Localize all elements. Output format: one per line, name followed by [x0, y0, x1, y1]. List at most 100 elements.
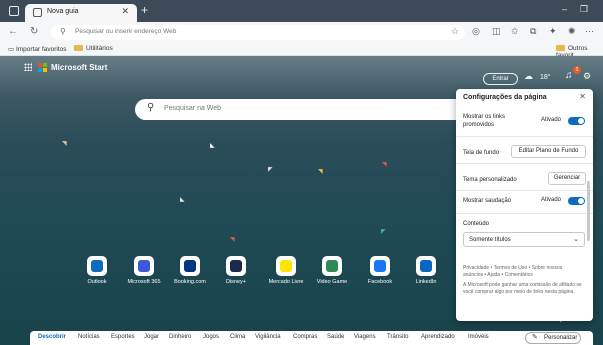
kite-decoration: ◥: [382, 162, 387, 168]
mercadolivre-icon: [280, 260, 292, 272]
personalize-button[interactable]: ✎ Personalizar: [525, 332, 581, 344]
web-search-box[interactable]: ⚲ Pesquisar na Web: [135, 99, 467, 120]
weather-icon[interactable]: ☁: [524, 71, 533, 82]
nav-tab-saude[interactable]: Saúde: [327, 334, 344, 340]
extensions-icon[interactable]: ✦: [549, 26, 557, 37]
content-select[interactable]: Somente títulos ⌄: [463, 232, 585, 247]
nav-tab-imoveis[interactable]: Imóveis: [468, 334, 489, 340]
nav-tab-jogar[interactable]: Jogar: [144, 334, 159, 340]
address-bar[interactable]: ⚲ Pesquisar ou inserir endereço Web ☆: [51, 25, 465, 40]
search-icon: ⚲: [60, 27, 66, 36]
split-screen-icon[interactable]: ◫: [492, 26, 501, 37]
nav-tab-noticias[interactable]: Notícias: [78, 334, 100, 340]
quick-link-mercadolivre[interactable]: [276, 256, 296, 276]
favorite-star-icon[interactable]: ☆: [451, 26, 459, 37]
edit-background-button[interactable]: Editar Plano de Fundo: [511, 145, 586, 158]
nav-tab-viagens[interactable]: Viagens: [354, 334, 376, 340]
back-icon[interactable]: ←: [8, 26, 18, 37]
nav-tab-vigilancia[interactable]: Vigilância: [255, 334, 281, 340]
copilot-icon[interactable]: ✺: [568, 26, 576, 37]
title-bar: Nova guia ✕ + – ❐: [0, 0, 603, 22]
nav-tab-transito[interactable]: Trânsito: [387, 334, 408, 340]
favorites-bar: ▭ Importar favoritos Utilitários Outros …: [0, 43, 603, 59]
apps-icon[interactable]: [24, 63, 32, 71]
toggle-knob: [578, 118, 584, 124]
kite-decoration: ◣: [210, 143, 215, 149]
promoted-links-label: Mostrar os links promovidos: [463, 114, 506, 128]
manage-theme-button[interactable]: Gerenciar: [548, 172, 586, 185]
booking-icon: [184, 260, 196, 272]
theme-label: Tema personalizado: [463, 177, 517, 183]
quick-link-facebook[interactable]: [370, 256, 390, 276]
temperature[interactable]: 18°: [540, 74, 551, 81]
favorites-item-utilities[interactable]: Utilitários: [74, 45, 113, 52]
signin-button[interactable]: Entrar: [483, 73, 518, 85]
facebook-icon: [374, 260, 386, 272]
pencil-icon: ✎: [532, 334, 538, 341]
nav-tab-jogos[interactable]: Jogos: [203, 334, 219, 340]
address-toolbar: ← ↻ ⚲ Pesquisar ou inserir endereço Web …: [0, 22, 603, 43]
read-aloud-icon[interactable]: ◎: [472, 26, 480, 37]
search-placeholder: Pesquisar na Web: [164, 105, 222, 112]
search-icon: ⚲: [147, 102, 155, 113]
tab-close-icon[interactable]: ✕: [121, 6, 129, 17]
chevron-down-icon: ⌄: [573, 236, 579, 243]
brand-name[interactable]: Microsoft Start: [51, 63, 107, 72]
greeting-state: Ativado: [541, 197, 562, 203]
quick-link-label: LinkedIn: [415, 279, 437, 285]
quick-link-videogame[interactable]: [322, 256, 342, 276]
content-label: Conteúdo: [463, 221, 490, 227]
panel-scrollbar[interactable]: [587, 181, 590, 241]
tab-new-tab[interactable]: Nova guia ✕: [25, 4, 137, 22]
footer-links[interactable]: Privacidade • Termos de Uso • Sobre noss…: [463, 265, 583, 279]
favorites-item-import[interactable]: ▭ Importar favoritos: [8, 45, 67, 53]
minimize-icon[interactable]: –: [562, 4, 567, 14]
folder-icon: [556, 45, 565, 51]
gear-icon[interactable]: ⚙: [583, 71, 591, 82]
personalize-label: Personalizar: [544, 335, 578, 341]
kite-decoration: ◤: [268, 167, 273, 173]
window-menu-icon[interactable]: [9, 6, 19, 16]
collections-icon[interactable]: ⧉: [530, 26, 536, 37]
content-select-value: Somente títulos: [469, 237, 511, 243]
quick-link-booking[interactable]: [180, 256, 200, 276]
background-label: Tela de fundo: [463, 150, 500, 156]
quick-link-linkedin[interactable]: [416, 256, 436, 276]
nav-tab-aprendizado[interactable]: Aprendizado: [421, 334, 455, 340]
nav-tab-clima[interactable]: Clima: [230, 334, 245, 340]
nav-tab-descobrir[interactable]: Descobrir: [38, 334, 66, 340]
bell-icon[interactable]: ♫: [565, 70, 573, 81]
promoted-links-toggle[interactable]: [568, 117, 585, 125]
new-tab-icon[interactable]: +: [141, 3, 148, 17]
microsoft-logo-icon: [38, 63, 47, 72]
toggle-knob: [578, 198, 584, 204]
kite-decoration: ◤: [381, 229, 386, 235]
favorites-icon[interactable]: ✩: [511, 26, 519, 37]
kite-decoration: ◣: [180, 197, 185, 203]
videogame-icon: [326, 260, 338, 272]
kite-decoration: ◥: [230, 237, 235, 243]
nav-tab-esportes[interactable]: Esportes: [111, 334, 135, 340]
folder-icon: [74, 45, 83, 51]
greeting-toggle[interactable]: [568, 197, 585, 205]
close-icon[interactable]: ✕: [579, 92, 586, 101]
divider: [456, 136, 593, 137]
greeting-label: Mostrar saudação: [463, 198, 512, 204]
nav-tab-compras[interactable]: Compras: [293, 334, 317, 340]
quick-link-disney[interactable]: [226, 256, 246, 276]
quick-links: Outlook Microsoft 365 Booking.com Disney…: [80, 256, 440, 292]
notification-badge: 1: [573, 66, 581, 74]
restore-icon[interactable]: ❐: [580, 4, 588, 15]
quick-link-outlook[interactable]: [87, 256, 107, 276]
kite-decoration: ◥: [62, 141, 67, 147]
linkedin-icon: [420, 260, 432, 272]
affiliate-disclaimer: A Microsoft pode ganhar uma comissão de …: [463, 282, 582, 295]
more-icon[interactable]: ···: [585, 26, 594, 36]
disney-icon: [230, 260, 242, 272]
divider: [456, 213, 593, 214]
divider: [456, 163, 593, 164]
nav-tab-dinheiro[interactable]: Dinheiro: [169, 334, 191, 340]
panel-title: Configurações da página: [463, 94, 547, 101]
refresh-icon[interactable]: ↻: [30, 26, 38, 37]
quick-link-microsoft365[interactable]: [134, 256, 154, 276]
